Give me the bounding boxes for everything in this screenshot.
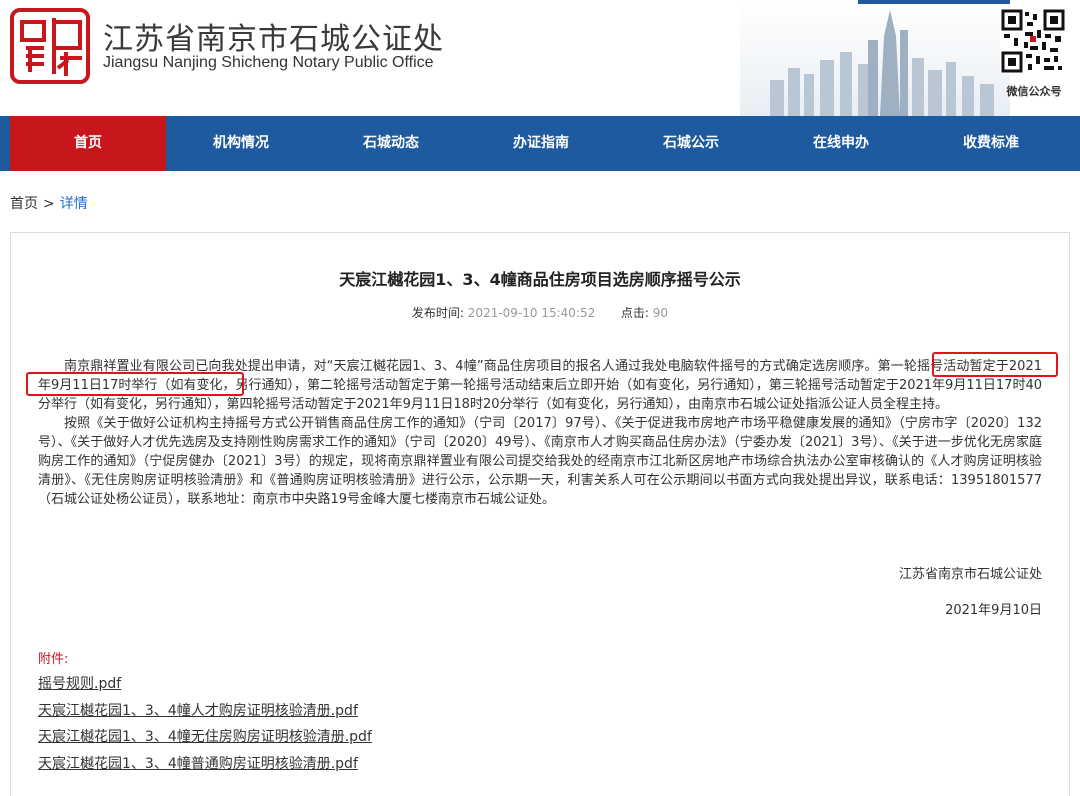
- city-skyline-icon: [740, 0, 1010, 116]
- breadcrumb-home-link[interactable]: 首页: [10, 196, 38, 212]
- qr-label: 微信公众号: [1006, 85, 1062, 98]
- signer-name: 江苏省南京市石城公证处: [898, 567, 1042, 582]
- attachment-link-no-housing[interactable]: 天宸江樾花园1、3、4幢无住房购房证明核验清册.pdf: [38, 726, 372, 753]
- attachments-label: 附件:: [38, 652, 69, 667]
- attachment-link-rules[interactable]: 摇号规则.pdf: [38, 673, 372, 700]
- org-name-cn: 江苏省南京市石城公证处: [103, 22, 444, 57]
- article-meta: 发布时间: 2021-09-10 15:40:52 点击: 90: [0, 304, 1080, 321]
- attachment-link-talent[interactable]: 天宸江樾花园1、3、4幢人才购房证明核验清册.pdf: [38, 700, 372, 727]
- nav-item-online-apply[interactable]: 在线申办: [766, 116, 916, 171]
- breadcrumb-current[interactable]: 详情: [60, 196, 88, 212]
- sign-date: 2021年9月10日: [945, 603, 1042, 618]
- nav-item-fees[interactable]: 收费标准: [916, 116, 1066, 171]
- org-name-en: Jiangsu Nanjing Shicheng Notary Public O…: [103, 54, 434, 71]
- article-paragraph-2: 按照《关于做好公证机构主持摇号方式公开销售商品住房工作的通知》（宁司〔2017〕…: [38, 416, 1042, 507]
- highlight-box-first-round-date: [26, 372, 244, 396]
- attachment-link-ordinary[interactable]: 天宸江樾花园1、3、4幢普通购房证明核验清册.pdf: [38, 753, 372, 780]
- nav-item-about[interactable]: 机构情况: [166, 116, 316, 171]
- nav-item-home[interactable]: 首页: [10, 116, 166, 171]
- main-nav: 首页 机构情况 石城动态 办证指南 石城公示 在线申办 收费标准: [0, 116, 1080, 171]
- wechat-qr-code[interactable]: [1000, 8, 1066, 74]
- publish-time-label: 发布时间:: [411, 306, 464, 320]
- nav-item-guide[interactable]: 办证指南: [466, 116, 616, 171]
- site-header: 江苏省南京市石城公证处 Jiangsu Nanjing Shicheng Not…: [0, 0, 1080, 116]
- attachments-list: 摇号规则.pdf 天宸江樾花园1、3、4幢人才购房证明核验清册.pdf 天宸江樾…: [38, 673, 372, 779]
- breadcrumb-separator: >: [43, 196, 55, 212]
- publish-time-value: 2021-09-10 15:40:52: [467, 306, 596, 320]
- highlight-box-first-round: [932, 352, 1058, 377]
- article-title: 天宸江樾花园1、3、4幢商品住房项目选房顺序摇号公示: [339, 270, 741, 289]
- breadcrumb: 首页 > 详情: [10, 193, 88, 213]
- nav-item-notices[interactable]: 石城公示: [616, 116, 766, 171]
- click-count-value: 90: [652, 306, 669, 320]
- click-count-label: 点击:: [620, 306, 649, 320]
- notary-seal-icon[interactable]: [10, 8, 90, 84]
- nav-item-news[interactable]: 石城动态: [316, 116, 466, 171]
